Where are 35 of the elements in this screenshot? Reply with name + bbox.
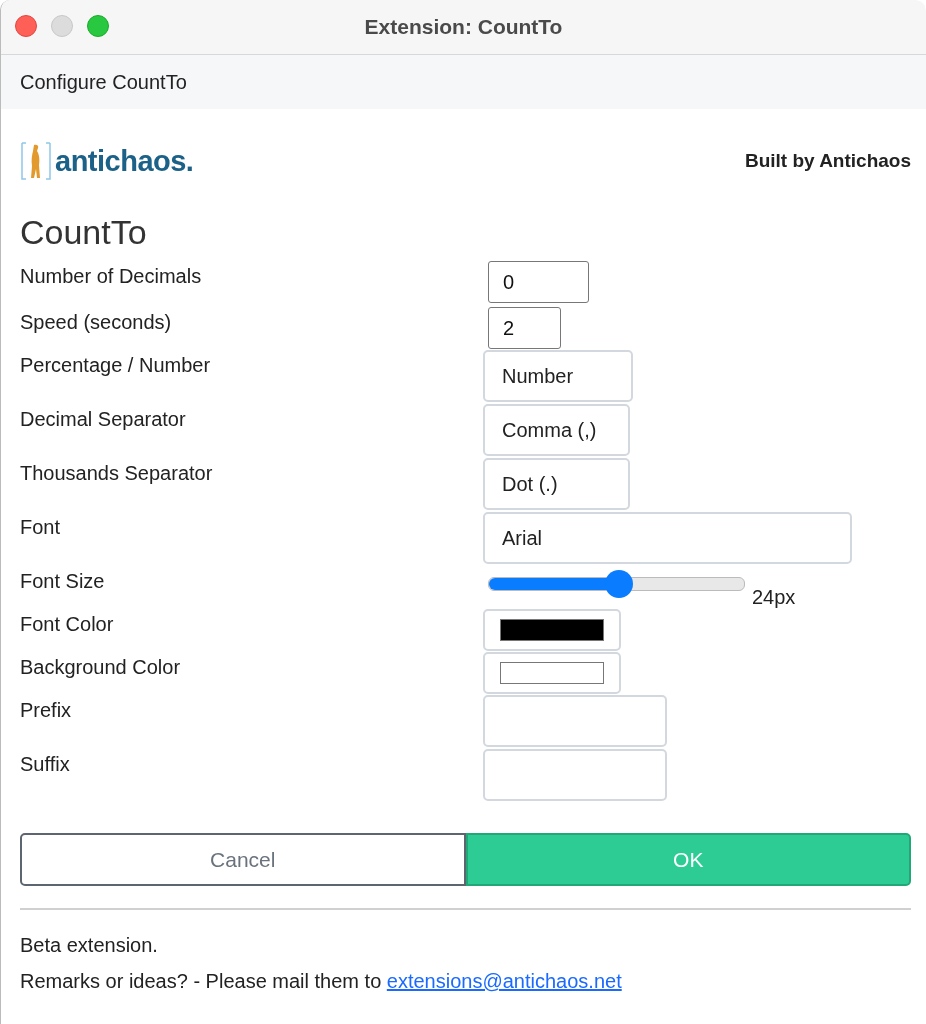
slider-value: 24px [752, 586, 796, 609]
credit-text: Built by Antichaos [744, 150, 911, 172]
field-label: Prefix [20, 698, 73, 722]
remark-text: Remarks or ideas? - Please mail them to extensions@antichaos.net [20, 969, 623, 994]
field-label: Font [20, 515, 62, 539]
close-button[interactable] [15, 15, 37, 37]
field-label: Font Color [20, 612, 115, 636]
window-title: Extension: CountTo [364, 15, 563, 39]
field-label: Percentage / Number [20, 353, 212, 377]
input-field[interactable] [483, 749, 667, 801]
slider-thumb[interactable] [605, 570, 634, 598]
dropdown[interactable]: Comma (,) [483, 404, 630, 456]
field-label: Background Color [20, 655, 182, 679]
field-label: Decimal Separator [20, 407, 187, 431]
field-label: Number of Decimals [20, 264, 203, 288]
field-label: Suffix [20, 752, 71, 776]
email-link[interactable]: extensions@antichaos.net [386, 970, 622, 992]
number-field[interactable]: 2 [488, 307, 561, 349]
zoom-button[interactable] [87, 15, 109, 37]
input-field[interactable] [483, 695, 667, 747]
field-label: Thousands Separator [20, 461, 214, 485]
form-heading: CountTo [20, 213, 148, 253]
color-picker[interactable] [483, 652, 621, 694]
color-picker[interactable] [483, 609, 621, 651]
cancel-button[interactable]: Cancel [20, 833, 466, 886]
meerkat-icon [20, 141, 52, 181]
number-field[interactable]: 0 [488, 261, 589, 303]
dropdown[interactable]: Number [483, 350, 633, 402]
logo-text: antichaos. [55, 144, 194, 178]
dropdown[interactable]: Dot (.) [483, 458, 630, 510]
dropdown[interactable]: Arial [483, 512, 852, 564]
header-title: Configure CountTo [20, 70, 187, 94]
field-label: Speed (seconds) [20, 310, 173, 334]
field-label: Font Size [20, 569, 106, 593]
beta-note: Beta extension. [20, 933, 159, 958]
